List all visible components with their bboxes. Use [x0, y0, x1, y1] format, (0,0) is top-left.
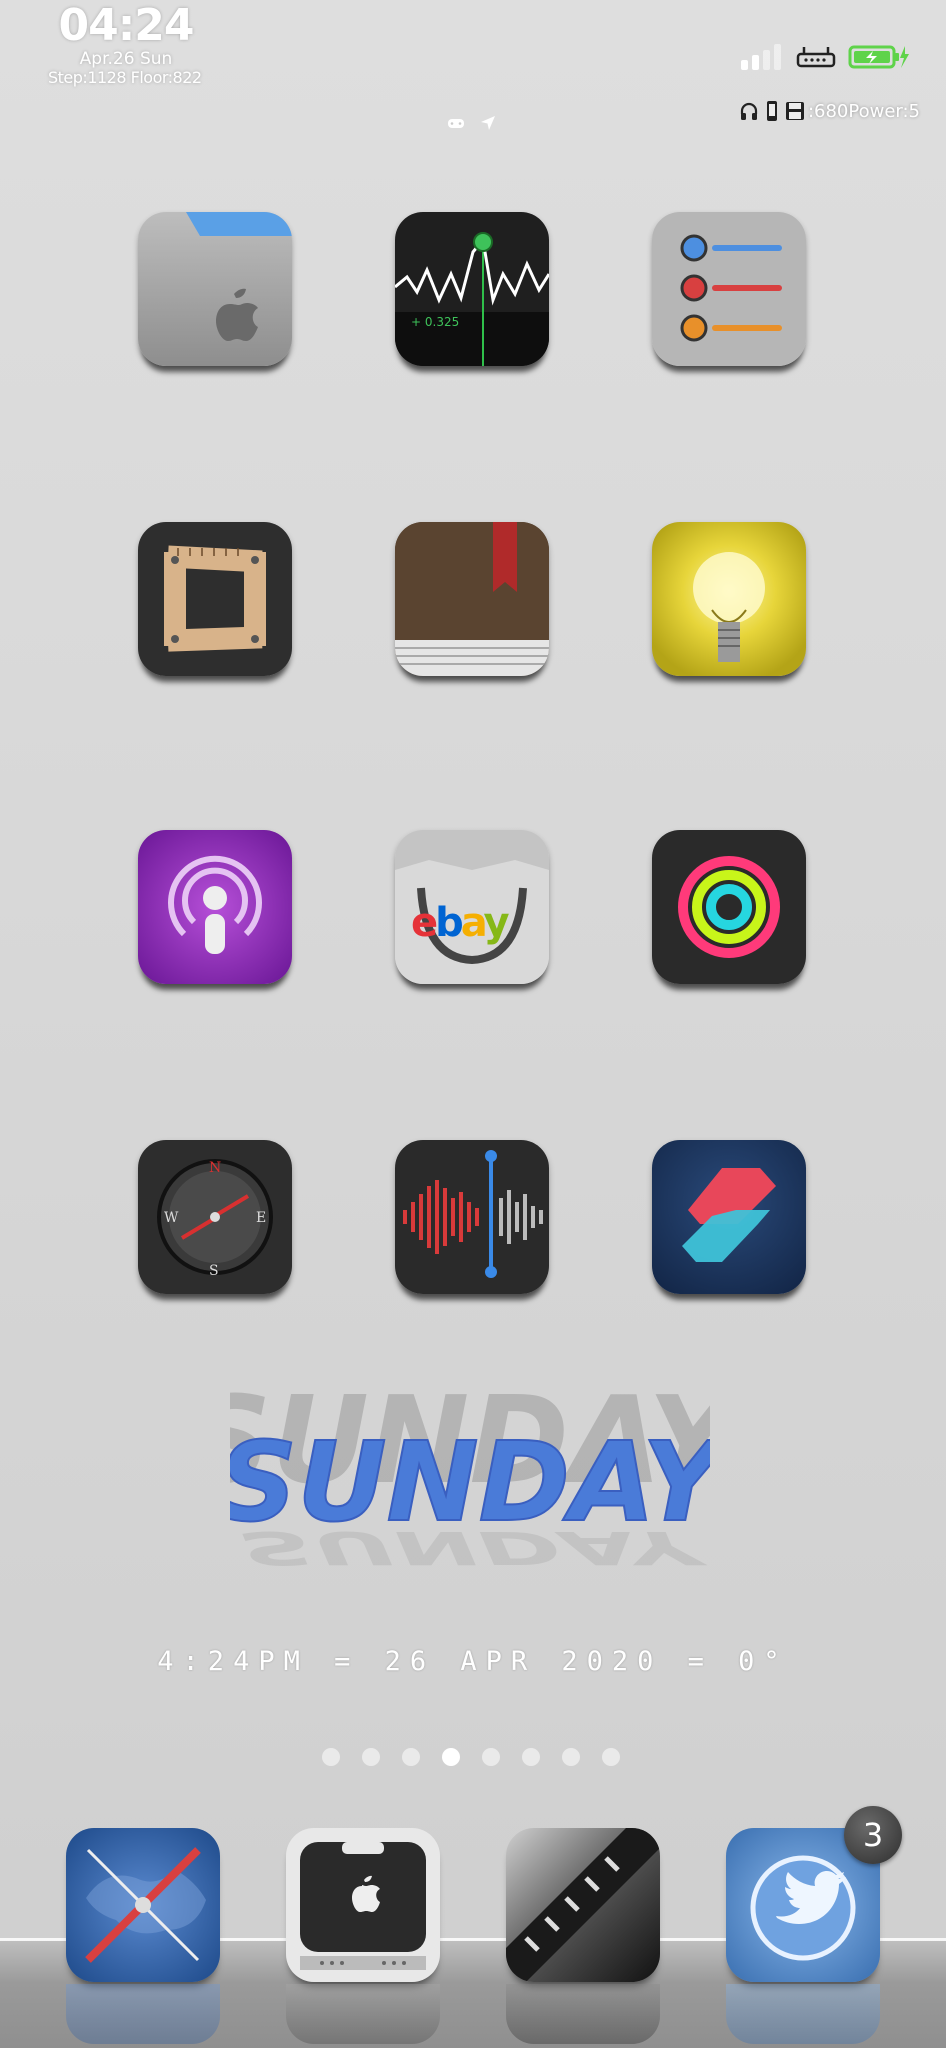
compass-w: W [164, 1210, 179, 1226]
location-arrow-icon [481, 116, 495, 130]
status-secondary-row: :680Power:5 [739, 100, 920, 122]
stocks-app[interactable]: + 0.325 [395, 212, 549, 366]
compass-s: S [209, 1263, 219, 1279]
sunday-widget: SUNDAY SUNDAY SUNDAY [185, 1370, 746, 1600]
compass-n: N [209, 1160, 221, 1176]
power-info: :680Power:5 [807, 100, 920, 122]
svg-text:ebay: ebay [411, 900, 510, 946]
compass-icon: N S W E [138, 1140, 292, 1294]
waveform-icon [395, 1140, 549, 1294]
mini-status-icons [447, 114, 497, 132]
page-dot[interactable] [602, 1748, 620, 1766]
gamepad-icon [448, 119, 464, 128]
podcast-icon [138, 830, 292, 984]
widget-datebar: 4:24PM = 26 APR 2020 = 0° [157, 1646, 789, 1677]
page-dot[interactable] [482, 1748, 500, 1766]
measure-app[interactable] [138, 522, 292, 676]
dock-reflection [66, 1984, 220, 2044]
dock-reflection [506, 1984, 660, 2044]
router-icon [796, 44, 836, 70]
ebay-app[interactable]: ebay [395, 830, 549, 984]
status-time: 04:24 [58, 0, 194, 51]
notification-badge: 3 [844, 1806, 902, 1864]
status-clock-widget: 04:24 Apr.26 Sun Step:1128 Floor:822 [48, 0, 202, 88]
zipper-icon [506, 1828, 660, 1982]
reminders-list-icon [652, 212, 806, 366]
shortcuts-app[interactable] [652, 1140, 806, 1294]
storage-icon [785, 102, 804, 120]
stocks-chart-icon: + 0.325 [395, 212, 549, 366]
activity-rings-icon [652, 830, 806, 984]
page-dot[interactable] [362, 1748, 380, 1766]
battery-charging-icon [848, 44, 910, 70]
book-icon [395, 522, 549, 676]
podcasts-app[interactable] [138, 830, 292, 984]
compass-app[interactable]: N S W E [138, 1140, 292, 1294]
phone-icon [766, 101, 777, 121]
folder-apple-icon [138, 212, 292, 366]
zip-app[interactable] [506, 1828, 660, 1982]
page-dot-active[interactable] [442, 1748, 460, 1766]
safari-compass-icon [66, 1828, 220, 1982]
headphones-icon [740, 102, 758, 120]
sunday-text: SUNDAY [230, 1418, 710, 1546]
dock-reflection [726, 1984, 880, 2044]
ebay-bag-icon: ebay [395, 830, 549, 984]
reminders-app[interactable] [652, 212, 806, 366]
files-app[interactable] [138, 212, 292, 366]
shortcuts-icon [652, 1140, 806, 1294]
stocks-change-label: + 0.325 [411, 315, 459, 329]
page-dot[interactable] [562, 1748, 580, 1766]
page-dot[interactable] [402, 1748, 420, 1766]
tips-app[interactable] [652, 522, 806, 676]
page-indicator[interactable] [322, 1748, 620, 1766]
ruler-frame-icon [138, 522, 292, 676]
page-dot[interactable] [522, 1748, 540, 1766]
voice-memos-app[interactable] [395, 1140, 549, 1294]
dock-reflection [286, 1984, 440, 2044]
lightbulb-icon [652, 522, 806, 676]
page-dot[interactable] [322, 1748, 340, 1766]
books-app[interactable] [395, 522, 549, 676]
cellular-signal-icon [741, 44, 785, 70]
status-steps: Step:1128 Floor:822 [48, 68, 202, 87]
finder-app[interactable] [286, 1828, 440, 1982]
status-date: Apr.26 Sun [79, 49, 173, 69]
compass-e: E [256, 1210, 266, 1226]
apple-device-icon [286, 1828, 440, 1982]
fitness-app[interactable] [652, 830, 806, 984]
safari-app[interactable] [66, 1828, 220, 1982]
